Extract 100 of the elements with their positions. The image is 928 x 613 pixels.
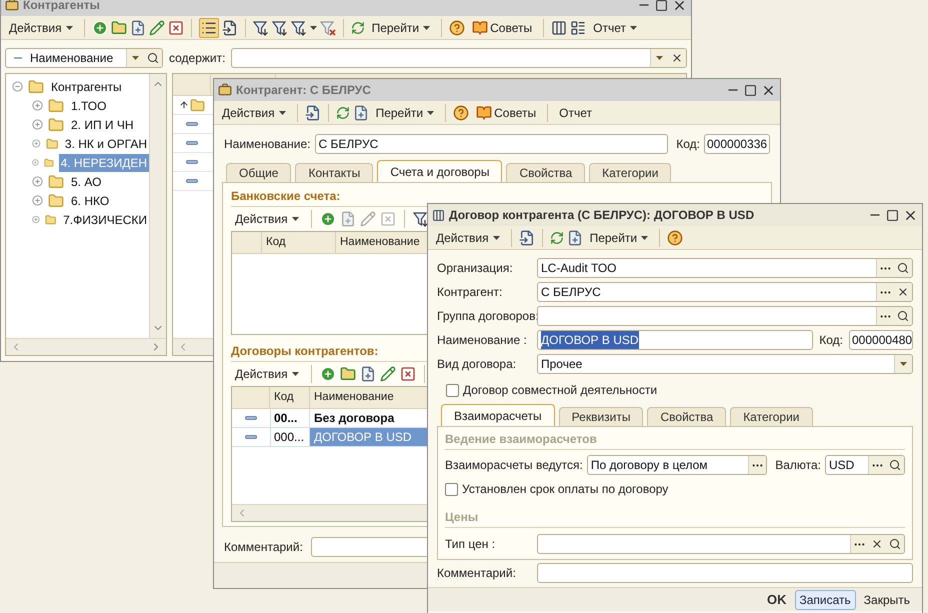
text-field[interactable]: 000000480	[849, 330, 913, 350]
add-icon[interactable]	[320, 366, 336, 382]
refresh-icon[interactable]	[350, 20, 365, 34]
edit-icon[interactable]	[148, 20, 165, 36]
table-cell[interactable]: 00...	[270, 409, 310, 427]
tab[interactable]: Реквизиты	[558, 407, 644, 426]
expand-icon[interactable]	[32, 138, 41, 149]
tab[interactable]: Свойства	[647, 407, 726, 426]
checkbox[interactable]	[446, 384, 459, 396]
search-icon[interactable]	[889, 538, 901, 550]
add-icon[interactable]	[92, 20, 108, 36]
expand-icon[interactable]	[32, 176, 43, 187]
tab[interactable]: Свойства	[506, 163, 586, 182]
tree-item[interactable]: Контрагенты	[49, 78, 124, 96]
go-to-menu[interactable]: Перейти	[368, 18, 434, 38]
actions-menu[interactable]: Действия	[231, 209, 303, 229]
maximize-icon[interactable]	[886, 208, 899, 222]
report-menu[interactable]: Отчет	[589, 18, 641, 38]
folder-icon	[48, 98, 64, 114]
add-folder-icon[interactable]	[340, 366, 356, 382]
clear-filter-icon[interactable]	[320, 20, 336, 36]
text-field[interactable]: 000000336	[704, 134, 770, 154]
help-icon[interactable]	[449, 20, 466, 36]
text-field[interactable]: С БЕЛРУС	[537, 282, 913, 302]
clear-icon[interactable]	[897, 286, 909, 298]
actions-menu[interactable]: Действия	[432, 228, 504, 248]
tree-item[interactable]: 6. НКО	[69, 192, 112, 210]
expand-icon[interactable]	[32, 157, 39, 168]
expand-icon[interactable]	[32, 214, 40, 225]
tree-item[interactable]: 3. НК и ОРГАН	[62, 134, 149, 152]
delete-icon[interactable]	[400, 366, 416, 382]
checkbox-label[interactable]: Установлен срок оплаты по договору	[462, 480, 668, 498]
search-icon[interactable]	[147, 52, 159, 64]
actions-menu[interactable]: Действия	[5, 18, 77, 38]
tree-item[interactable]: 2. ИП И ЧН	[69, 116, 136, 134]
text-field[interactable]: LC-Audit ТОО	[537, 258, 913, 278]
tab[interactable]: Общие	[226, 163, 292, 182]
dialog-button[interactable]: Записать	[794, 590, 856, 610]
text-field[interactable]	[537, 534, 905, 554]
go-to-menu[interactable]: Перейти	[372, 102, 438, 122]
help-icon[interactable]	[667, 230, 684, 246]
dropdown-field[interactable]: Прочее	[537, 354, 913, 374]
tab[interactable]: Категории	[589, 163, 672, 182]
tree-item[interactable]: 5. АО	[69, 172, 104, 190]
help-icon[interactable]	[453, 104, 470, 120]
edit-icon[interactable]	[380, 366, 396, 382]
briefcase-icon	[5, 0, 19, 12]
dialog-button[interactable]: OK	[763, 590, 790, 610]
vertical-scrollbar[interactable]	[149, 74, 166, 338]
tab[interactable]: Категории	[730, 407, 812, 426]
expand-icon[interactable]	[32, 100, 43, 111]
columns-icon[interactable]	[551, 20, 568, 36]
close-icon[interactable]	[672, 0, 687, 12]
filter-icon[interactable]	[272, 20, 288, 36]
tab[interactable]: Взаиморасчеты	[441, 404, 555, 426]
tree-item[interactable]: 7.ФИЗИЧЕСКИ	[61, 210, 149, 228]
tree-item[interactable]: 1.ТОО	[69, 96, 108, 114]
search-icon[interactable]	[889, 459, 901, 471]
filter-value-field[interactable]	[231, 48, 687, 68]
tips-button[interactable]: Советы	[472, 102, 540, 122]
filter-icon[interactable]	[290, 20, 307, 36]
checkbox-label[interactable]: Договор совместной деятельности	[463, 381, 658, 399]
checkbox[interactable]	[445, 482, 458, 496]
filter-field-select[interactable]: Наименование	[5, 48, 163, 68]
dialog-button[interactable]: Закрыть	[860, 590, 914, 610]
text-field[interactable]	[537, 306, 913, 326]
tab[interactable]: Счета и договоры	[377, 160, 502, 182]
column-header[interactable]: Код	[262, 232, 336, 253]
tab[interactable]: Контакты	[295, 163, 374, 182]
filter-icon[interactable]	[252, 20, 269, 36]
list-icon[interactable]	[570, 20, 586, 36]
caret-icon	[66, 26, 73, 30]
tips-button[interactable]: Советы	[468, 18, 536, 38]
text-field[interactable]	[537, 563, 913, 583]
text-field[interactable]: С БЕЛРУС	[314, 134, 668, 154]
add-icon[interactable]	[320, 211, 336, 227]
search-icon[interactable]	[897, 310, 909, 322]
horizontal-scrollbar[interactable]	[6, 338, 166, 355]
text-field[interactable]: USD	[825, 455, 905, 475]
expand-icon[interactable]	[32, 119, 43, 130]
go-to-menu[interactable]: Перейти	[586, 228, 652, 248]
refresh-icon[interactable]	[550, 230, 564, 244]
maximize-icon[interactable]	[655, 0, 668, 12]
maximize-icon[interactable]	[744, 84, 757, 96]
clear-icon[interactable]	[871, 538, 883, 550]
text-field[interactable]: По договору в целом	[586, 455, 768, 475]
expand-icon[interactable]	[32, 195, 43, 206]
add-folder-icon[interactable]	[110, 20, 127, 36]
search-icon[interactable]	[897, 262, 909, 274]
collapse-icon[interactable]	[12, 81, 23, 92]
refresh-icon[interactable]	[336, 106, 350, 120]
text-field[interactable]: ДОГОВОР В USD	[537, 330, 814, 350]
filter-icon[interactable]	[412, 211, 429, 227]
actions-menu[interactable]: Действия	[231, 364, 303, 384]
report-button[interactable]: Отчет	[555, 102, 596, 122]
field-label: Группа договоров:	[437, 308, 537, 325]
column-header[interactable]: Код	[270, 387, 310, 408]
clear-icon[interactable]	[671, 52, 683, 64]
actions-menu[interactable]: Действия	[218, 102, 290, 122]
delete-icon[interactable]	[168, 20, 184, 36]
